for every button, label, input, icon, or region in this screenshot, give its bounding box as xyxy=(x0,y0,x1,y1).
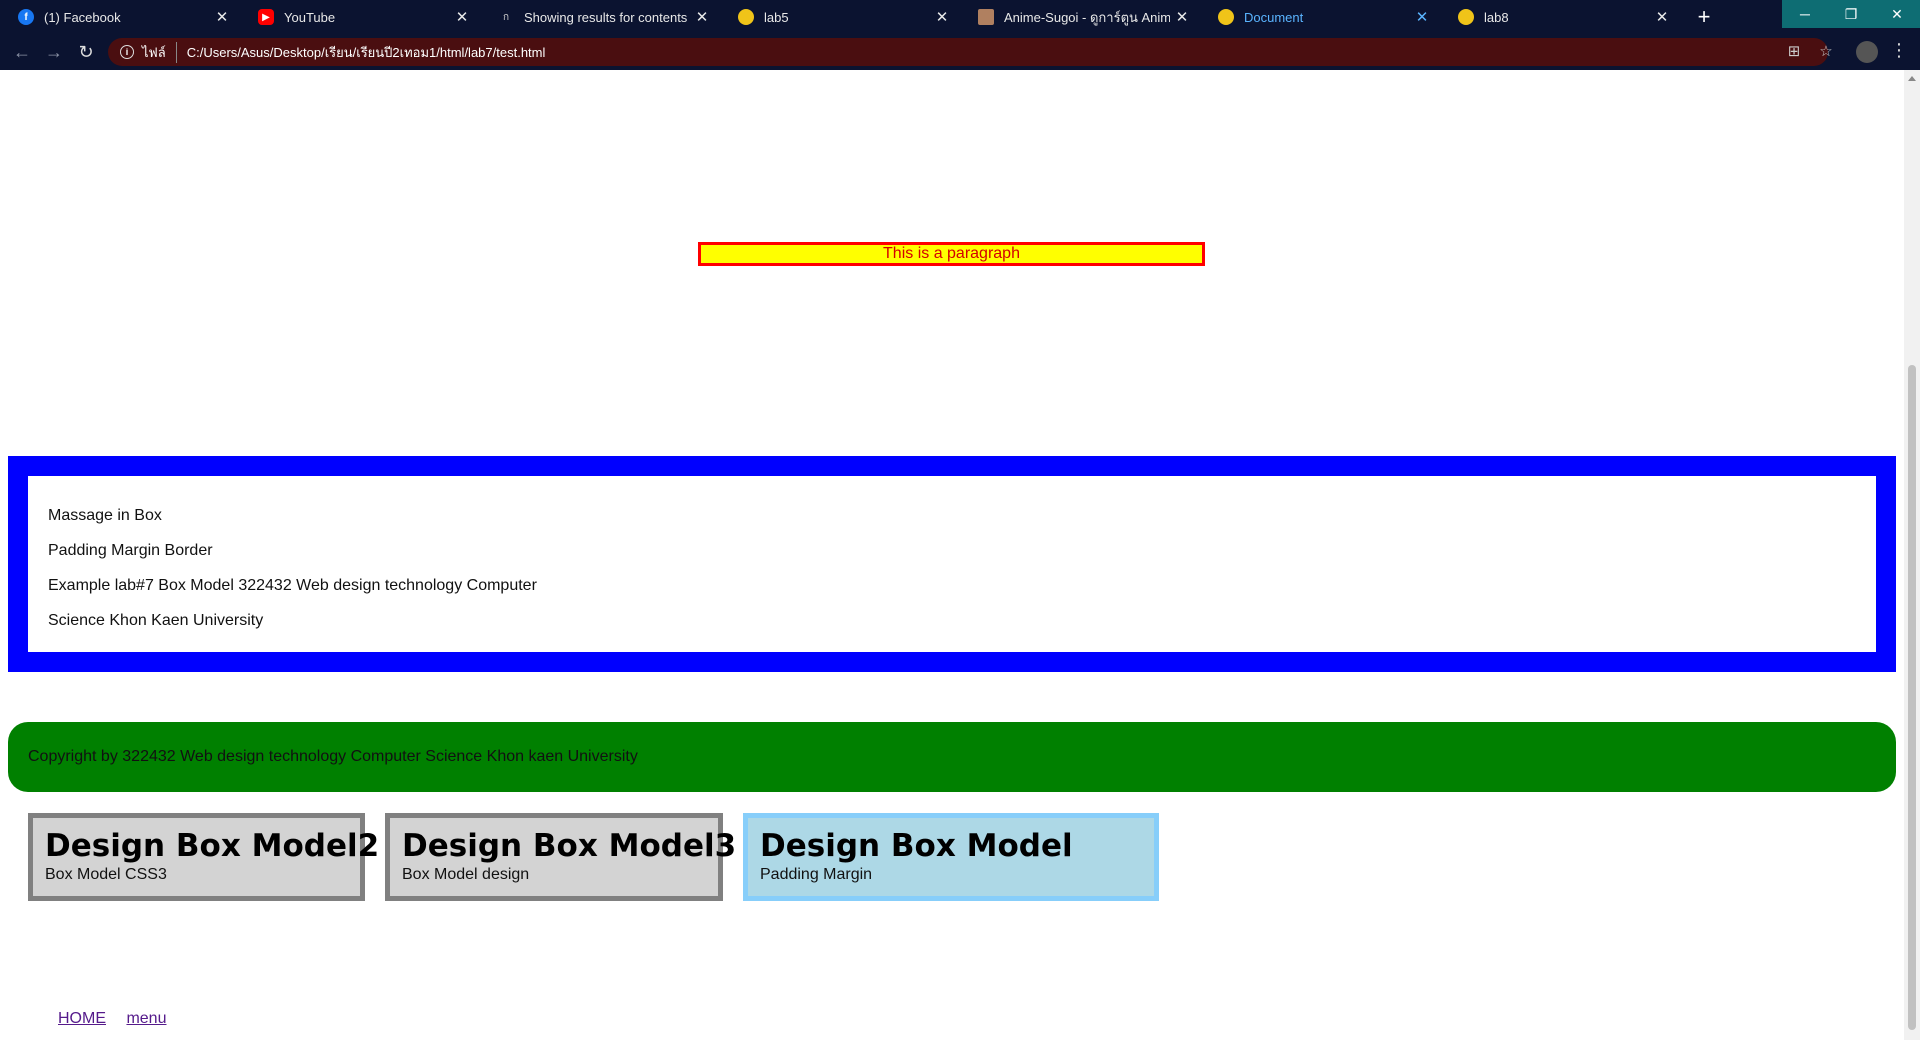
youtube-icon: ▶ xyxy=(258,9,274,25)
address-bar[interactable]: i ไฟล์ C:/Users/Asus/Desktop/เรียน/เรียน… xyxy=(108,38,1828,66)
tab-title: YouTube xyxy=(284,9,336,25)
tab-title: Anime-Sugoi - ดูการ์ตูน Anime ดูก xyxy=(1004,9,1170,25)
browser-toolbar: ← → ↻ i ไฟล์ C:/Users/Asus/Desktop/เรียน… xyxy=(0,34,1920,70)
translate-icon: ก xyxy=(502,11,510,23)
card-box-model3: Design Box Model3 Box Model design xyxy=(385,813,737,901)
profile-avatar[interactable] xyxy=(1856,41,1878,63)
footer: Copyright by 322432 Web design technolog… xyxy=(8,722,1896,792)
anime-site-icon xyxy=(978,9,994,25)
tab-lab5[interactable]: lab5 ✕ xyxy=(720,0,960,34)
back-icon[interactable]: ← xyxy=(10,40,34,64)
translate-page-icon[interactable]: ⊞ xyxy=(1784,41,1804,61)
paragraph: This is a paragraph xyxy=(698,242,1205,266)
tab-title: (1) Facebook xyxy=(44,9,121,25)
minimize-icon[interactable]: ─ xyxy=(1782,0,1828,28)
box-line: Padding Margin Border xyxy=(48,542,213,559)
menu-kebab-icon[interactable]: ⋮ xyxy=(1890,40,1908,61)
forward-icon[interactable]: → xyxy=(42,40,66,64)
close-window-icon[interactable]: ✕ xyxy=(1874,0,1920,28)
menu-link[interactable]: menu xyxy=(126,1010,166,1027)
page-viewport: This is a paragraph Massage in Box Paddi… xyxy=(0,70,1904,1040)
close-tab-icon[interactable]: ✕ xyxy=(930,8,954,26)
tab-document[interactable]: Document ✕ xyxy=(1200,0,1440,34)
card-box-model: Design Box Model Padding Margin xyxy=(743,813,1159,901)
box-line: Example lab#7 Box Model 322432 Web desig… xyxy=(48,577,537,594)
card-subtitle: Box Model CSS3 xyxy=(45,866,167,883)
tab-youtube[interactable]: ▶ YouTube ✕ xyxy=(240,0,480,34)
close-tab-icon[interactable]: ✕ xyxy=(690,8,714,26)
close-tab-icon[interactable]: ✕ xyxy=(210,8,234,26)
scroll-up-icon[interactable] xyxy=(1908,76,1916,81)
nav-links: HOME menu xyxy=(58,1010,182,1028)
web-icon xyxy=(738,9,754,25)
tab-anime-sugoi[interactable]: Anime-Sugoi - ดูการ์ตูน Anime ดูก ✕ xyxy=(960,0,1200,34)
close-tab-icon[interactable]: ✕ xyxy=(1650,8,1674,26)
scroll-thumb[interactable] xyxy=(1908,365,1916,1030)
tab-facebook[interactable]: f (1) Facebook ✕ xyxy=(0,0,240,34)
page-scrollbar[interactable] xyxy=(1904,70,1920,1040)
tab-lab8[interactable]: lab8 ✕ xyxy=(1440,0,1680,34)
card-box-model2: Design Box Model2 Box Model CSS3 xyxy=(28,813,380,901)
tab-title: lab8 xyxy=(1484,9,1509,25)
home-link[interactable]: HOME xyxy=(58,1010,106,1027)
tab-title: Document xyxy=(1244,9,1304,25)
tab-strip: f (1) Facebook ✕ ▶ YouTube ✕ ก Showing r… xyxy=(0,0,1920,34)
box-line: Massage in Box xyxy=(48,507,162,524)
address-scheme: ไฟล์ xyxy=(142,41,177,63)
bookmark-star-icon[interactable]: ☆ xyxy=(1816,41,1836,61)
restore-icon[interactable]: ❐ xyxy=(1828,0,1874,28)
tab-title: lab5 xyxy=(764,9,789,25)
footer-copyright: Copyright by 322432 Web design technolog… xyxy=(28,748,638,765)
tab-translate-results[interactable]: ก Showing results for contents of t ✕ xyxy=(480,0,720,34)
card-title: Design Box Model2 xyxy=(45,828,380,864)
web-icon xyxy=(1218,9,1234,25)
message-box: Massage in Box Padding Margin Border Exa… xyxy=(8,456,1896,672)
close-tab-icon[interactable]: ✕ xyxy=(1170,8,1194,26)
close-tab-icon[interactable]: ✕ xyxy=(1410,8,1434,26)
reload-icon[interactable]: ↻ xyxy=(74,40,98,64)
facebook-icon: f xyxy=(18,9,34,25)
web-icon xyxy=(1458,9,1474,25)
card-title: Design Box Model3 xyxy=(402,828,737,864)
card-subtitle: Padding Margin xyxy=(760,866,873,883)
box-line: Science Khon Kaen University xyxy=(48,612,264,629)
card-subtitle: Box Model design xyxy=(402,866,530,883)
close-tab-icon[interactable]: ✕ xyxy=(450,8,474,26)
address-url[interactable]: C:/Users/Asus/Desktop/เรียน/เรียนปี2เทอม… xyxy=(187,42,546,63)
new-tab-button[interactable]: + xyxy=(1690,0,1718,34)
card-title: Design Box Model xyxy=(760,828,1073,864)
info-icon[interactable]: i xyxy=(120,45,134,59)
tab-title: Showing results for contents of t xyxy=(524,9,690,25)
